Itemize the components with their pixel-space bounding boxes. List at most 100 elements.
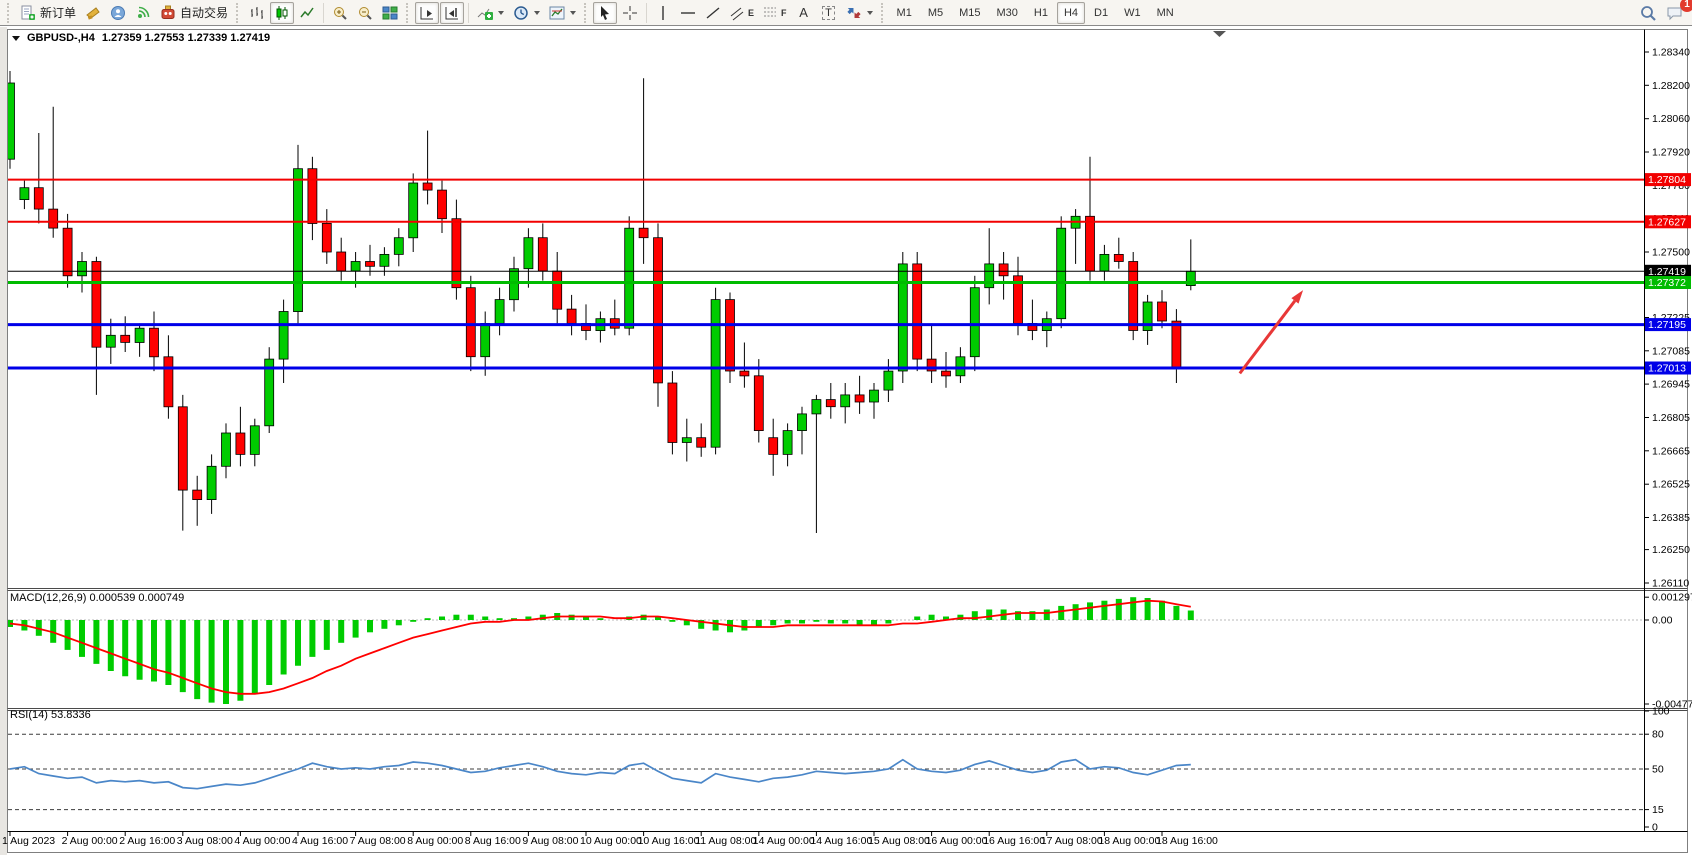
search-button[interactable] <box>1635 2 1661 24</box>
candle-body <box>510 269 519 300</box>
timeframe-h4-button[interactable]: H4 <box>1057 2 1085 24</box>
candle-body <box>769 438 778 455</box>
candle-body <box>668 383 677 443</box>
candle-body <box>164 357 173 407</box>
tile-windows-button[interactable] <box>378 2 402 24</box>
mql5-market-button[interactable] <box>81 2 105 24</box>
candlestick-mode-button[interactable] <box>270 2 294 24</box>
templates-icon <box>549 5 565 21</box>
candle-body <box>236 433 245 454</box>
new-order-button[interactable]: 新订单 <box>16 2 80 24</box>
timeframe-group: M1M5M15M30H1H4D1W1MN <box>890 2 1181 24</box>
trendline-tool-button[interactable] <box>701 2 725 24</box>
candle-body <box>106 335 115 347</box>
candle-body <box>942 371 951 376</box>
new-order-label: 新订单 <box>40 4 76 21</box>
arrows-icon <box>846 5 862 21</box>
candle-body <box>150 328 159 357</box>
price-level-tag[interactable]: 1.27804 <box>1645 173 1691 186</box>
candle-body <box>812 400 821 414</box>
vertical-line-tool-button[interactable] <box>651 2 675 24</box>
zoom-out-icon <box>357 5 373 21</box>
arrows-tool-button[interactable] <box>842 2 877 24</box>
toolbar-drag-handle[interactable] <box>406 3 411 23</box>
time-tick-label: 8 Aug 16:00 <box>465 835 521 847</box>
rsi-tick-label: 15 <box>1652 804 1664 816</box>
time-tick-label: 3 Aug 08:00 <box>177 835 233 847</box>
candle-body <box>1086 216 1095 271</box>
indicators-icon <box>477 5 493 21</box>
mt4-window: 新订单 自动交 <box>0 0 1692 855</box>
mql5-community-button[interactable] <box>106 2 130 24</box>
notifications-button[interactable]: 1 <box>1662 2 1688 24</box>
timeframe-m15-button[interactable]: M15 <box>952 2 987 24</box>
timeframe-m5-button[interactable]: M5 <box>921 2 950 24</box>
line-chart-mode-button[interactable] <box>295 2 319 24</box>
time-tick-label: 10 Aug 00:00 <box>580 835 642 847</box>
time-tick-label: 14 Aug 00:00 <box>753 835 815 847</box>
periods-button[interactable] <box>509 2 544 24</box>
candle-body <box>870 390 879 402</box>
price-tick-label: 1.26250 <box>1652 544 1690 556</box>
price-level-tag[interactable]: 1.27195 <box>1645 318 1691 331</box>
indicators-button[interactable] <box>473 2 508 24</box>
equidistant-channel-tool-button[interactable]: E <box>726 2 758 24</box>
chart-shift-icon <box>444 5 460 21</box>
toolbar-drag-handle[interactable] <box>7 3 12 23</box>
zoom-in-button[interactable] <box>328 2 352 24</box>
templates-button[interactable] <box>545 2 580 24</box>
signals-button[interactable] <box>131 2 155 24</box>
auto-scroll-button[interactable] <box>415 2 439 24</box>
candle-body <box>121 335 130 342</box>
templates-dropdown-caret[interactable] <box>570 11 576 15</box>
candle-body <box>1114 254 1123 261</box>
zoom-out-button[interactable] <box>353 2 377 24</box>
text-label-tool-button[interactable]: T <box>817 2 841 24</box>
window-left-edge <box>0 27 7 855</box>
timeframe-m1-button[interactable]: M1 <box>890 2 919 24</box>
arrows-dropdown-caret[interactable] <box>867 11 873 15</box>
indicators-dropdown-caret[interactable] <box>498 11 504 15</box>
bar-chart-mode-button[interactable] <box>245 2 269 24</box>
price-level-tag[interactable]: 1.27013 <box>1645 362 1691 375</box>
chart-menu-arrow-icon[interactable] <box>12 36 20 41</box>
price-level-tag[interactable]: 1.27419 <box>1645 265 1691 278</box>
fibonacci-tool-button[interactable]: F <box>759 2 791 24</box>
timeframe-mn-button[interactable]: MN <box>1150 2 1181 24</box>
candle-body <box>711 300 720 448</box>
cursor-tool-button[interactable] <box>593 2 617 24</box>
timeframe-d1-button[interactable]: D1 <box>1087 2 1115 24</box>
timeframe-h1-button[interactable]: H1 <box>1027 2 1055 24</box>
horizontal-line-tool-button[interactable] <box>676 2 700 24</box>
toolbar-separator <box>323 3 324 23</box>
periods-dropdown-caret[interactable] <box>534 11 540 15</box>
candle-body <box>452 219 461 288</box>
autotrading-button[interactable]: 自动交易 <box>156 2 232 24</box>
candle-body <box>654 238 663 383</box>
chart-shift-button[interactable] <box>440 2 464 24</box>
candle-body <box>92 262 101 348</box>
timeframe-m30-button[interactable]: M30 <box>990 2 1025 24</box>
time-tick-label: 16 Aug 16:00 <box>983 835 1045 847</box>
text-tool-button[interactable]: A <box>792 2 816 24</box>
candle-body <box>826 400 835 407</box>
candle-body <box>20 188 29 200</box>
toolbar-drag-handle[interactable] <box>236 3 241 23</box>
candle-body <box>841 395 850 407</box>
toolbar-drag-handle[interactable] <box>881 3 886 23</box>
chart-canvas[interactable]: 1.283401.282001.280601.279201.277801.276… <box>0 27 1692 855</box>
price-level-tag[interactable]: 1.27627 <box>1645 215 1691 228</box>
candle-body <box>553 271 562 309</box>
time-tick-label: 9 Aug 08:00 <box>522 835 578 847</box>
timeframe-w1-button[interactable]: W1 <box>1117 2 1148 24</box>
price-tick-label: 1.27920 <box>1652 147 1690 159</box>
toolbar-drag-handle[interactable] <box>584 3 589 23</box>
time-tick-label: 8 Aug 00:00 <box>407 835 463 847</box>
price-level-tag[interactable]: 1.27372 <box>1645 276 1691 289</box>
crosshair-icon <box>622 5 638 21</box>
vertical-line-icon <box>656 5 670 21</box>
crosshair-tool-button[interactable] <box>618 2 642 24</box>
svg-text:1.27804: 1.27804 <box>1648 174 1686 186</box>
candle-body <box>1143 302 1152 331</box>
candle-body <box>726 300 735 371</box>
